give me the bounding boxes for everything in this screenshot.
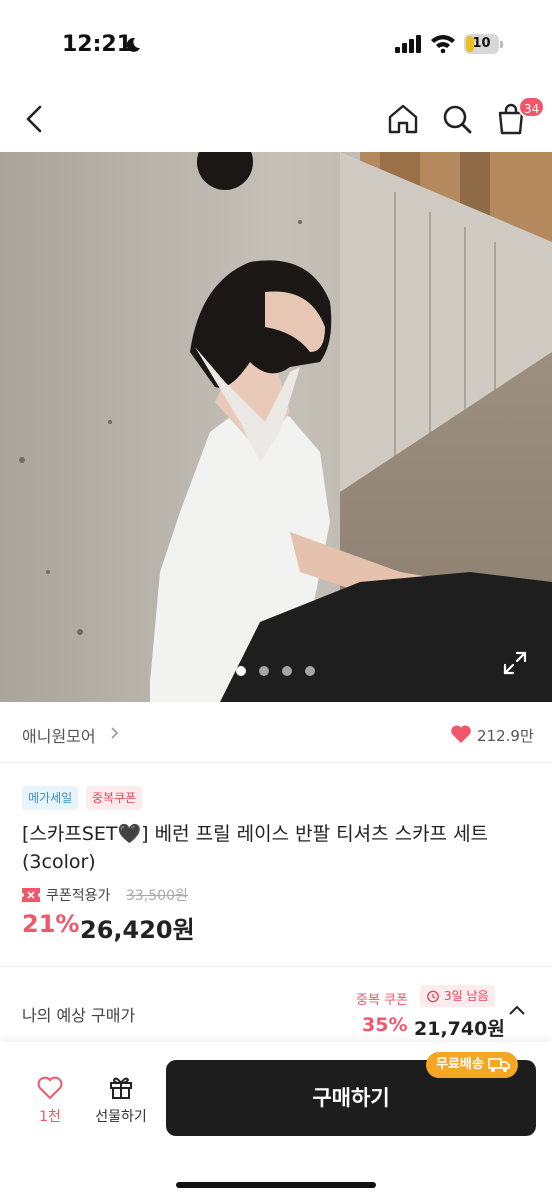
like-button[interactable]: 1천 — [22, 1072, 78, 1132]
discount-rate: 21% — [22, 910, 80, 938]
coupon-ticket-icon — [22, 888, 40, 902]
gift-icon — [110, 1077, 132, 1099]
mega-sale-badge: 메가세일 — [22, 786, 79, 810]
expand-icon[interactable] — [502, 650, 528, 676]
section-divider — [0, 966, 552, 967]
gift-button[interactable]: 선물하기 — [88, 1072, 154, 1132]
signal-icon — [395, 35, 421, 53]
dup-coupon-badge: 중복쿠폰 — [86, 786, 143, 810]
free-shipping-badge: 무료배송 — [426, 1052, 518, 1078]
gallery-dot-1[interactable] — [236, 666, 246, 676]
truck-icon — [488, 1058, 510, 1072]
heart-icon[interactable] — [450, 724, 472, 744]
battery-indicator: 10 — [464, 34, 504, 54]
status-bar: 12:21 10 — [0, 0, 552, 90]
chevron-right-icon — [111, 727, 119, 739]
cart-count-badge: 34 — [518, 96, 546, 118]
brand-like-count: 212.9만 — [477, 727, 534, 745]
product-image[interactable] — [0, 152, 552, 702]
product-photo — [0, 152, 552, 702]
expected-price-label[interactable]: 나의 예상 구매가 — [22, 1002, 135, 1026]
gallery-dot-4[interactable] — [305, 666, 315, 676]
original-price: 33,500원 — [126, 888, 188, 904]
days-left-text: 3일 남음 — [444, 989, 489, 1003]
days-left-tag: 3일 남음 — [420, 985, 495, 1007]
heart-outline-icon — [37, 1076, 63, 1100]
back-arrow-icon[interactable] — [16, 100, 54, 138]
brand-row[interactable]: 애니원모어 212.9만 — [0, 703, 552, 763]
battery-level: 10 — [472, 36, 491, 51]
gallery-dot-2[interactable] — [259, 666, 269, 676]
expected-discount: 35% — [362, 1014, 408, 1036]
home-icon[interactable] — [384, 100, 422, 138]
product-title: [스카프SET🖤] 베런 프릴 레이스 반팔 티셔츠 스카프 세트 (3colo… — [22, 823, 489, 873]
search-icon[interactable] — [438, 100, 476, 138]
moon-icon — [126, 37, 140, 52]
gift-label: 선물하기 — [95, 1109, 147, 1125]
gallery-pagination — [236, 666, 316, 678]
chevron-up-icon[interactable] — [508, 1004, 526, 1016]
coupon-label: 쿠폰적용가 — [46, 888, 111, 904]
brand-name[interactable]: 애니원모어 — [22, 723, 96, 747]
home-indicator — [176, 1182, 376, 1188]
free-shipping-label: 무료배송 — [436, 1057, 484, 1072]
gallery-dot-3[interactable] — [282, 666, 292, 676]
wifi-icon — [431, 35, 455, 53]
sale-price: 26,420원 — [80, 916, 195, 944]
top-nav — [0, 90, 552, 150]
alarm-clock-icon — [427, 990, 439, 1003]
like-count: 1천 — [39, 1109, 61, 1125]
expected-price: 21,740원 — [414, 1018, 505, 1040]
dup-coupon-label: 중복 쿠폰 — [356, 993, 408, 1008]
status-time: 12:21 — [62, 32, 133, 57]
bottom-action-bar: 1천 선물하기 구매하기 무료배송 — [0, 1042, 552, 1200]
